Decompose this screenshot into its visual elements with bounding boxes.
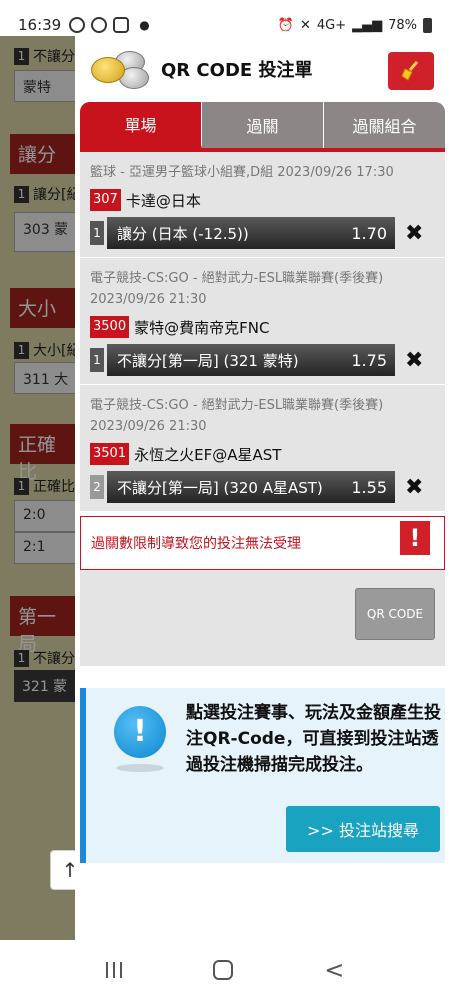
bet-event-info: 籃球 - 亞運男子籃球小組賽,D組 2023/09/26 17:30	[90, 165, 394, 180]
bet-event-info: 電子競技-CS:GO - 絕對武力-ESL職業聯賽(季後賽)	[90, 271, 384, 286]
bet-slip-panel: QR CODE 投注單 單場 過關 過關組合 籃球 - 亞運男子籃球小組賽,D組…	[75, 36, 450, 940]
system-nav-bar: <	[0, 940, 450, 1000]
bet-type-tabs: 單場 過關 過關組合	[80, 102, 445, 148]
info-text: 點選投注賽事、玩法及金額產生投注QR-Code，可直接到投注站透過投注機掃描完成…	[186, 703, 441, 775]
broom-icon	[401, 61, 419, 81]
battery-label: 78%	[388, 17, 417, 33]
panel-header: QR CODE 投注單	[75, 36, 450, 102]
selection-index: 1	[90, 348, 104, 372]
status-indicators: ⏰ ✕ 4G+ ▂▄▆ 78%	[277, 17, 432, 33]
bet-selection-row: 2 不讓分[第一局] (320 A星AST) 1.55 ✖	[90, 471, 435, 503]
panel-title: QR CODE 投注單	[161, 60, 313, 81]
selection-bar[interactable]: 不讓分[第一局] (320 A星AST) 1.55	[107, 471, 395, 503]
bet-event-time: 2023/09/26 21:30	[90, 419, 207, 434]
remove-bet-icon[interactable]: ✖	[405, 348, 423, 373]
status-time: 16:39	[18, 16, 62, 34]
match-teams: 蒙特@費南帝克FNC	[134, 318, 270, 337]
info-icon: !	[114, 706, 166, 758]
qr-action-area: QR CODE	[80, 570, 445, 666]
remove-bet-icon[interactable]: ✖	[405, 221, 423, 246]
qr-code-button[interactable]: QR CODE	[355, 588, 435, 640]
bet-event-time: 2023/09/26 21:30	[90, 292, 207, 307]
selection-label: 讓分 (日本 (-12.5))	[117, 224, 249, 243]
bet-match: 307 卡達@日本	[90, 189, 435, 211]
notification-dot-icon: ●	[139, 18, 150, 32]
bet-match: 3501 永恆之火EF@A星AST	[90, 443, 435, 465]
match-code-badge: 3501	[90, 443, 130, 465]
selection-index: 1	[90, 221, 104, 245]
bet-selection-row: 1 讓分 (日本 (-12.5)) 1.70 ✖	[90, 217, 435, 249]
bet-event-info: 電子競技-CS:GO - 絕對武力-ESL職業聯賽(季後賽)	[90, 398, 384, 413]
alarm-icon: ⏰	[277, 17, 294, 33]
battery-icon	[423, 17, 432, 33]
mute-icon: ✕	[299, 17, 311, 33]
info-box: ! 點選投注賽事、玩法及金額產生投注QR-Code，可直接到投注站透過投注機掃描…	[80, 688, 445, 863]
bet-match: 3500 蒙特@費南帝克FNC	[90, 316, 435, 338]
back-icon[interactable]: <	[324, 956, 344, 984]
bet-item: 電子競技-CS:GO - 絕對武力-ESL職業聯賽(季後賽) 2023/09/2…	[80, 385, 445, 512]
error-message-box: 過關數限制導致您的投注無法受理 !	[80, 516, 445, 570]
selection-label: 不讓分[第一局] (320 A星AST)	[117, 478, 323, 497]
odds-value: 1.55	[351, 477, 387, 497]
odds-value: 1.75	[351, 350, 387, 370]
signal-icon: ▂▄▆	[352, 17, 383, 33]
selection-label: 不讓分[第一局] (321 蒙特)	[117, 351, 299, 370]
warning-icon: !	[400, 521, 430, 555]
bet-item: 籃球 - 亞運男子籃球小組賽,D組 2023/09/26 17:30 307 卡…	[80, 152, 445, 258]
recent-apps-icon[interactable]	[105, 962, 122, 978]
clear-bets-button[interactable]	[388, 52, 434, 90]
error-message: 過關數限制導致您的投注無法受理	[91, 536, 301, 552]
bet-selection-row: 1 不讓分[第一局] (321 蒙特) 1.75 ✖	[90, 344, 435, 376]
match-teams: 卡達@日本	[125, 191, 201, 210]
coins-icon	[87, 45, 153, 93]
chrome-icon-2	[91, 17, 108, 33]
instagram-icon	[113, 17, 130, 33]
network-label: 4G+	[316, 17, 347, 33]
selection-index: 2	[90, 475, 104, 499]
odds-value: 1.70	[351, 223, 387, 243]
bet-list: 籃球 - 亞運男子籃球小組賽,D組 2023/09/26 17:30 307 卡…	[80, 148, 445, 512]
tab-parlay[interactable]: 過關	[202, 102, 324, 148]
outlet-search-button[interactable]: >> 投注站搜尋	[286, 806, 440, 852]
selection-bar[interactable]: 不讓分[第一局] (321 蒙特) 1.75	[107, 344, 395, 376]
chrome-icon	[69, 17, 86, 33]
bet-item: 電子競技-CS:GO - 絕對武力-ESL職業聯賽(季後賽) 2023/09/2…	[80, 258, 445, 385]
match-code-badge: 307	[90, 189, 121, 211]
tab-single[interactable]: 單場	[80, 102, 202, 148]
remove-bet-icon[interactable]: ✖	[405, 475, 423, 500]
match-code-badge: 3500	[90, 316, 130, 338]
selection-bar[interactable]: 讓分 (日本 (-12.5)) 1.70	[107, 217, 395, 249]
match-teams: 永恆之火EF@A星AST	[134, 445, 282, 464]
tab-parlay-combo[interactable]: 過關組合	[324, 102, 445, 148]
home-icon[interactable]	[212, 960, 233, 980]
